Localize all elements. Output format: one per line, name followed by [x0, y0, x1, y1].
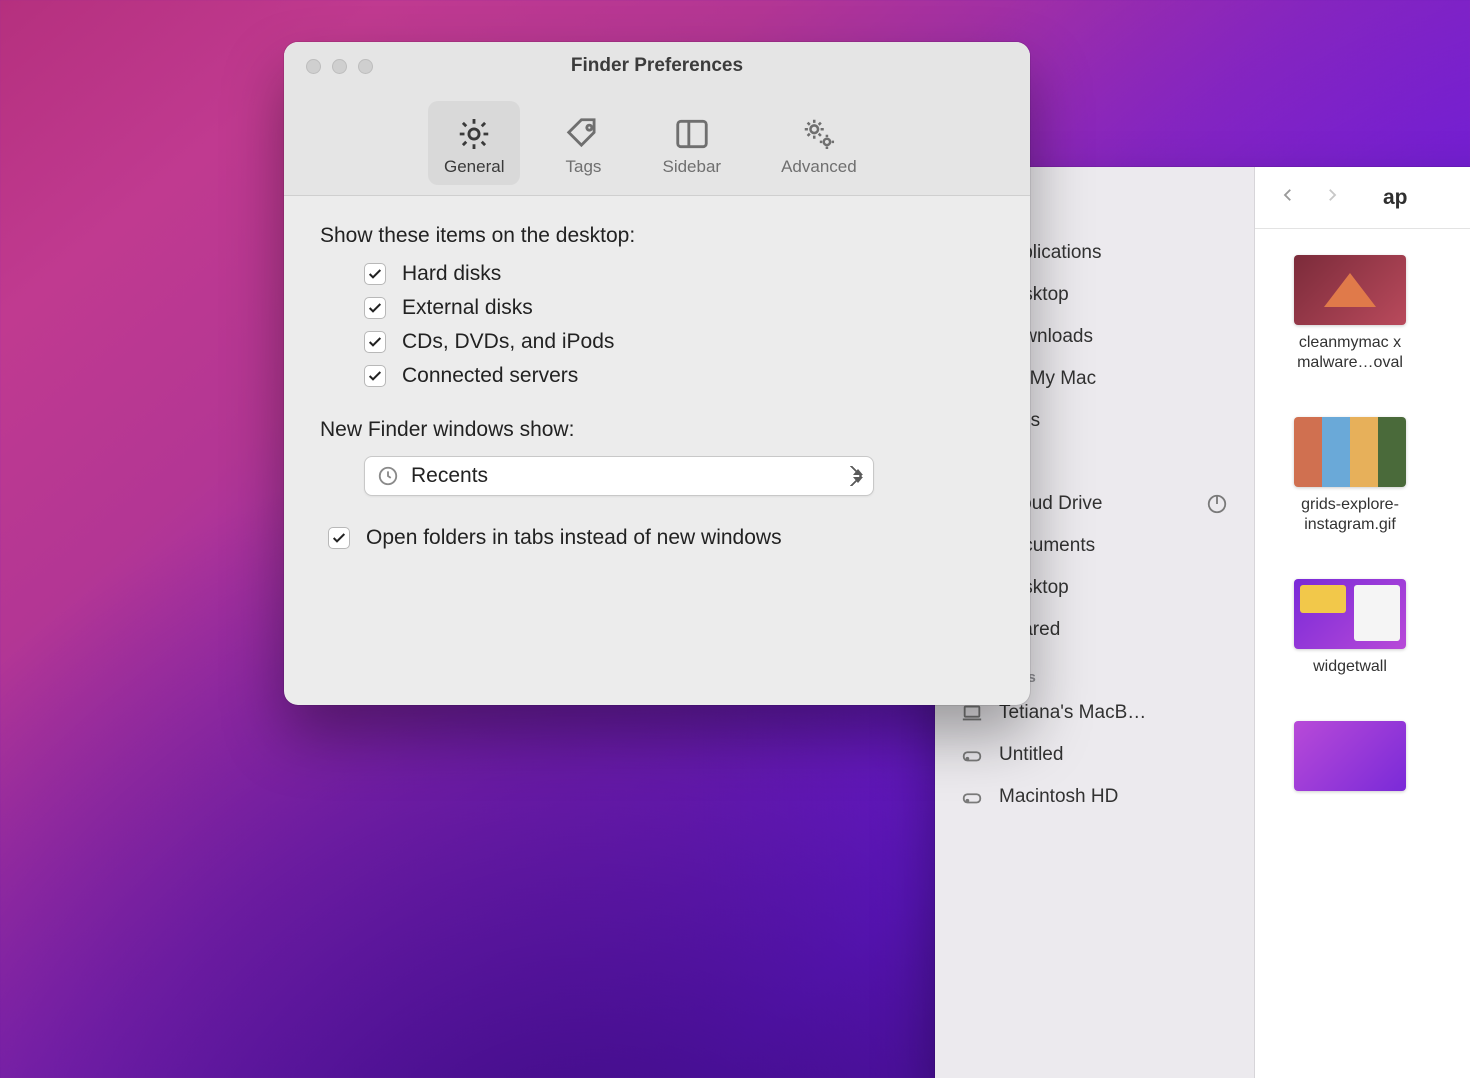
sidebar-item-label: Tetiana's MacB…: [999, 702, 1146, 724]
desktop-items-heading: Show these items on the desktop:: [320, 224, 994, 248]
prefs-toolbar: General Tags Sidebar: [284, 90, 1030, 196]
sidebar-item-macintosh-hd[interactable]: Macintosh HD: [945, 776, 1244, 818]
checkbox-label: Connected servers: [402, 364, 578, 388]
checkbox-open-in-tabs[interactable]: [328, 527, 350, 549]
tab-label: General: [444, 157, 504, 177]
file-thumbnail: [1294, 579, 1406, 649]
tab-label: Advanced: [781, 157, 857, 177]
sidebar-item-label: Untitled: [999, 744, 1063, 766]
tab-advanced[interactable]: Advanced: [765, 101, 873, 185]
file-thumbnail: [1294, 255, 1406, 325]
tab-label: Sidebar: [662, 157, 721, 177]
checkbox-row-open-in-tabs: Open folders in tabs instead of new wind…: [328, 526, 994, 550]
tab-general[interactable]: General: [428, 101, 520, 185]
file-name: grids-explore-instagram.gif: [1301, 495, 1399, 535]
minimize-button[interactable]: [332, 59, 347, 74]
tab-tags[interactable]: Tags: [548, 101, 618, 185]
checkbox-label: Hard disks: [402, 262, 501, 286]
advanced-gears-icon: [800, 115, 838, 153]
checkbox-servers[interactable]: [364, 365, 386, 387]
gear-icon: [455, 115, 493, 153]
forward-button[interactable]: [1323, 186, 1341, 209]
sidebar-item-untitled[interactable]: Untitled: [945, 734, 1244, 776]
prefs-traffic-lights: [306, 59, 373, 74]
desktop-items-list: Hard disks External disks CDs, DVDs, and…: [364, 262, 994, 388]
tag-icon: [564, 115, 602, 153]
file-item[interactable]: cleanmymac xmalware…oval: [1265, 255, 1435, 373]
finder-preferences-window: Finder Preferences General Tags: [284, 42, 1030, 705]
tab-label: Tags: [566, 157, 602, 177]
back-button[interactable]: [1279, 186, 1297, 209]
finder-toolbar: ap: [1255, 167, 1470, 229]
checkbox-hard-disks[interactable]: [364, 263, 386, 285]
checkbox-label: CDs, DVDs, and iPods: [402, 330, 614, 354]
prefs-body: Show these items on the desktop: Hard di…: [284, 196, 1030, 578]
recents-icon: [377, 465, 399, 487]
disk-icon: [961, 744, 983, 766]
prefs-titlebar: Finder Preferences: [284, 42, 1030, 90]
file-thumbnail: [1294, 417, 1406, 487]
select-value: Recents: [411, 464, 488, 488]
checkbox-row-servers: Connected servers: [364, 364, 994, 388]
window-title: Finder Preferences: [284, 55, 1030, 77]
new-windows-select[interactable]: Recents: [364, 456, 874, 496]
file-item[interactable]: widgetwall: [1265, 579, 1435, 677]
file-item[interactable]: grids-explore-instagram.gif: [1265, 417, 1435, 535]
file-grid: cleanmymac xmalware…oval grids-explore-i…: [1255, 229, 1470, 817]
disk-icon: [961, 786, 983, 808]
tab-sidebar[interactable]: Sidebar: [646, 101, 737, 185]
checkbox-label: Open folders in tabs instead of new wind…: [366, 526, 782, 550]
close-button[interactable]: [306, 59, 321, 74]
maximize-button[interactable]: [358, 59, 373, 74]
checkbox-cds[interactable]: [364, 331, 386, 353]
sidebar-icon: [673, 115, 711, 153]
folder-title: ap: [1383, 186, 1408, 210]
checkbox-row-hard-disks: Hard disks: [364, 262, 994, 286]
checkbox-external-disks[interactable]: [364, 297, 386, 319]
laptop-icon: [961, 702, 983, 724]
select-stepper-icon: [853, 469, 865, 483]
file-item[interactable]: [1265, 721, 1435, 791]
file-name: widgetwall: [1313, 657, 1387, 677]
checkbox-label: External disks: [402, 296, 533, 320]
checkbox-row-cds: CDs, DVDs, and iPods: [364, 330, 994, 354]
file-thumbnail: [1294, 721, 1406, 791]
file-name: cleanmymac xmalware…oval: [1297, 333, 1403, 373]
checkbox-row-external-disks: External disks: [364, 296, 994, 320]
sidebar-item-label: Macintosh HD: [999, 786, 1118, 808]
sync-progress-icon: [1206, 493, 1228, 515]
finder-content: ap cleanmymac xmalware…oval grids-explor…: [1255, 167, 1470, 1078]
new-windows-heading: New Finder windows show:: [320, 418, 994, 442]
